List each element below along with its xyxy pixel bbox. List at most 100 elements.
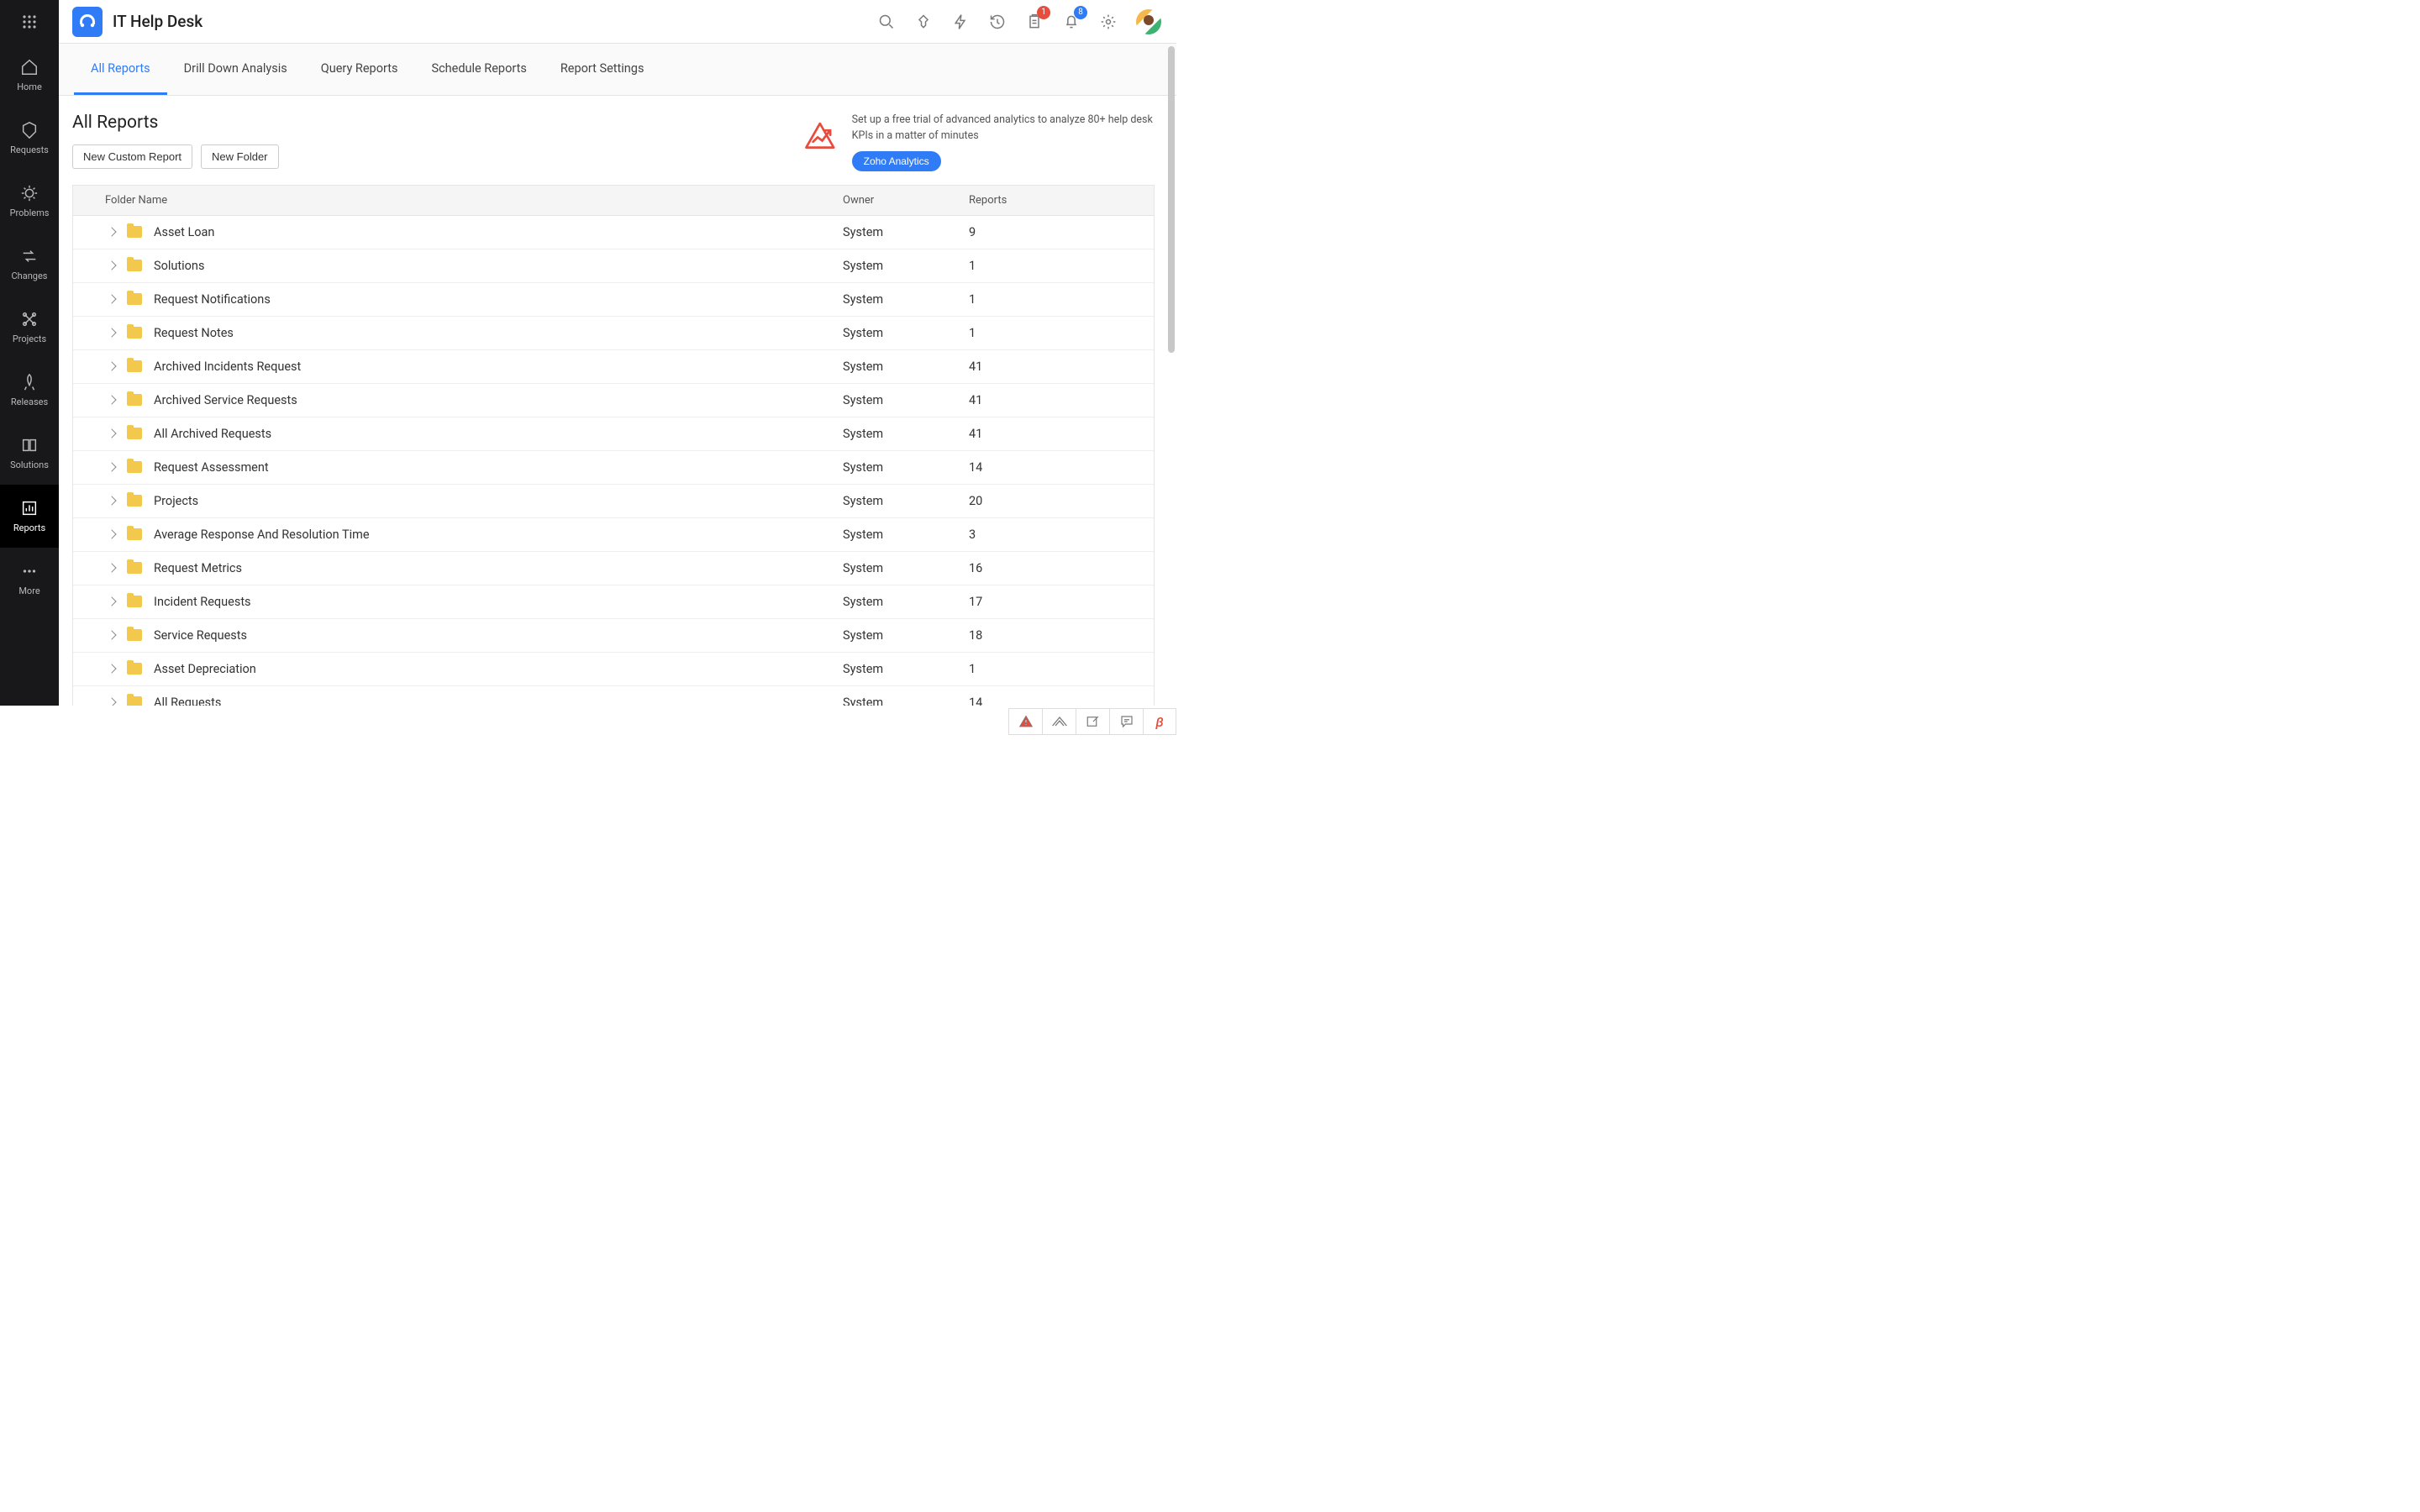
col-header-reports: Reports	[969, 194, 1154, 207]
chevron-right-icon	[107, 563, 116, 572]
tab-label: All Reports	[91, 61, 150, 76]
history-icon[interactable]	[988, 13, 1007, 31]
table-row[interactable]: Service RequestsSystem18	[73, 619, 1154, 653]
chevron-right-icon	[107, 697, 116, 706]
chevron-right-icon	[107, 395, 116, 404]
bell-icon[interactable]: 8	[1062, 13, 1081, 31]
pin-icon[interactable]	[914, 13, 933, 31]
owner-cell: System	[843, 360, 969, 374]
sidebar-item-more[interactable]: More	[0, 548, 59, 611]
folder-icon	[127, 495, 142, 507]
tab-all-reports[interactable]: All Reports	[74, 44, 167, 95]
table-row[interactable]: Incident RequestsSystem17	[73, 585, 1154, 619]
sidebar-item-home[interactable]: Home	[0, 44, 59, 107]
tab-query-reports[interactable]: Query Reports	[304, 44, 415, 95]
table-row[interactable]: SolutionsSystem1	[73, 249, 1154, 283]
folder-icon	[127, 260, 142, 271]
table-row[interactable]: ProjectsSystem20	[73, 485, 1154, 518]
sidebar-item-label: Reports	[13, 522, 45, 533]
apps-launcher-icon[interactable]	[0, 0, 59, 44]
promo-text: Set up a free trial of advanced analytic…	[852, 113, 1155, 144]
chevron-right-icon	[107, 462, 116, 471]
reports-count-cell: 1	[969, 326, 1154, 340]
table-row[interactable]: Request AssessmentSystem14	[73, 451, 1154, 485]
table-row[interactable]: Asset Loan System9	[73, 216, 1154, 249]
tab-label: Schedule Reports	[431, 61, 526, 76]
folder-name: Asset Loan	[154, 225, 214, 239]
reports-count-cell: 1	[969, 292, 1154, 307]
new-folder-button[interactable]: New Folder	[201, 144, 278, 169]
reports-count-cell: 3	[969, 528, 1154, 542]
folder-name: All Archived Requests	[154, 427, 271, 441]
folder-name: Solutions	[154, 259, 204, 273]
table-row[interactable]: Request NotificationsSystem1	[73, 283, 1154, 317]
search-icon[interactable]	[877, 13, 896, 31]
tab-label: Query Reports	[321, 61, 398, 76]
zoho-analytics-button[interactable]: Zoho Analytics	[852, 151, 941, 171]
table-row[interactable]: Request MetricsSystem16	[73, 552, 1154, 585]
owner-cell: System	[843, 460, 969, 475]
owner-cell: System	[843, 528, 969, 542]
table-row[interactable]: Asset DepreciationSystem1	[73, 653, 1154, 686]
sidebar-item-projects[interactable]: Projects	[0, 296, 59, 359]
table-header: Folder Name Owner Reports	[73, 186, 1154, 216]
chat-icon[interactable]	[1109, 708, 1143, 735]
sidebar-item-requests[interactable]: Requests	[0, 107, 59, 170]
sidebar-item-solutions[interactable]: Solutions	[0, 422, 59, 485]
folder-icon	[127, 360, 142, 372]
chevron-right-icon	[107, 529, 116, 538]
owner-cell: System	[843, 427, 969, 441]
sidebar-item-changes[interactable]: Changes	[0, 233, 59, 296]
table-row[interactable]: All Archived RequestsSystem41	[73, 417, 1154, 451]
tab-drill-down[interactable]: Drill Down Analysis	[167, 44, 304, 95]
sidebar-item-releases[interactable]: Releases	[0, 359, 59, 422]
chevron-right-icon	[107, 664, 116, 673]
owner-cell: System	[843, 225, 969, 239]
content-head: All Reports New Custom Report New Folder…	[72, 113, 1155, 171]
new-custom-report-button[interactable]: New Custom Report	[72, 144, 192, 169]
sidebar-item-label: Projects	[13, 333, 46, 344]
tab-schedule-reports[interactable]: Schedule Reports	[414, 44, 543, 95]
folder-name: Request Metrics	[154, 561, 242, 575]
tab-report-settings[interactable]: Report Settings	[544, 44, 661, 95]
sidebar-item-reports[interactable]: Reports	[0, 485, 59, 548]
lightning-icon[interactable]	[951, 13, 970, 31]
owner-cell: System	[843, 662, 969, 676]
folder-name: Incident Requests	[154, 595, 251, 609]
table-row[interactable]: Average Response And Resolution TimeSyst…	[73, 518, 1154, 552]
clipboard-icon[interactable]: 1	[1025, 13, 1044, 31]
report-tabs: All Reports Drill Down Analysis Query Re…	[59, 44, 1176, 96]
owner-cell: System	[843, 561, 969, 575]
col-header-owner: Owner	[843, 194, 969, 207]
reports-count-cell: 14	[969, 696, 1154, 706]
user-avatar[interactable]	[1136, 9, 1161, 34]
folder-icon	[127, 528, 142, 540]
folder-icon	[127, 293, 142, 305]
folder-icon	[127, 428, 142, 439]
folder-name: Request Notes	[154, 326, 234, 340]
table-row[interactable]: Request NotesSystem1	[73, 317, 1154, 350]
sidebar-item-label: Home	[17, 81, 42, 92]
scrollbar[interactable]	[1168, 46, 1175, 353]
reports-count-cell: 9	[969, 225, 1154, 239]
app-logo-icon	[72, 7, 103, 37]
header-icons: 1 8	[877, 9, 1161, 34]
chevron-right-icon	[107, 260, 116, 270]
table-row[interactable]: Archived Service RequestsSystem41	[73, 384, 1154, 417]
sidebar-item-label: More	[18, 585, 39, 596]
chevron-right-icon	[107, 596, 116, 606]
chevron-right-icon	[107, 328, 116, 337]
compose-icon[interactable]	[1076, 708, 1109, 735]
alert-icon[interactable]	[1008, 708, 1042, 735]
assist-icon[interactable]	[1042, 708, 1076, 735]
reports-count-cell: 1	[969, 259, 1154, 273]
gear-icon[interactable]	[1099, 13, 1118, 31]
folder-name: Request Assessment	[154, 460, 269, 475]
reports-count-cell: 1	[969, 662, 1154, 676]
owner-cell: System	[843, 292, 969, 307]
beta-icon[interactable]: β	[1143, 708, 1176, 735]
table-row[interactable]: All RequestsSystem14	[73, 686, 1154, 706]
sidebar-item-problems[interactable]: Problems	[0, 170, 59, 233]
table-row[interactable]: Archived Incidents RequestSystem41	[73, 350, 1154, 384]
folder-icon	[127, 461, 142, 473]
